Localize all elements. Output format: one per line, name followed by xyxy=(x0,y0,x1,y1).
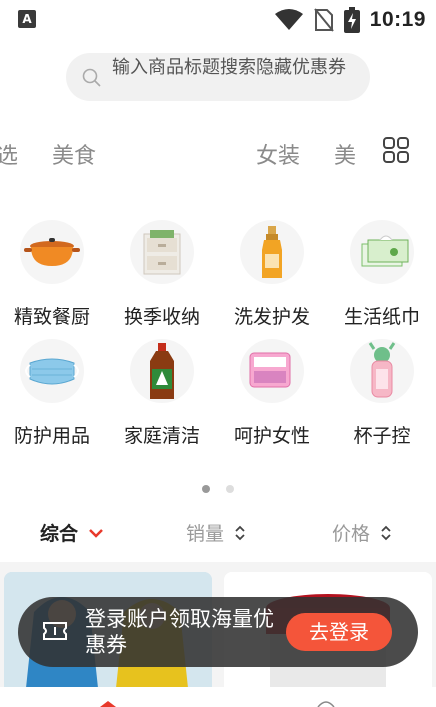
app-notification-badge: A xyxy=(18,10,36,28)
grid-item-cleaning[interactable]: 家庭清洁 xyxy=(107,339,217,448)
profile-tab-icon[interactable] xyxy=(314,687,338,707)
grid-item-label: 家庭清洁 xyxy=(123,425,200,447)
wifi-icon xyxy=(274,9,303,30)
pager-dot[interactable] xyxy=(225,485,234,493)
grid-item-label: 洗发护发 xyxy=(233,306,310,328)
no-sim-icon xyxy=(314,8,334,32)
grid-item-tissue[interactable]: 生活纸巾 xyxy=(327,220,436,329)
chevron-down-icon xyxy=(89,528,103,538)
grid-item-label: 呵护女性 xyxy=(233,425,310,447)
disinfectant-bottle-icon xyxy=(150,343,174,399)
battery-charging-icon xyxy=(343,7,360,33)
sort-price[interactable]: 价格 xyxy=(332,519,392,546)
face-mask-icon xyxy=(25,358,79,385)
tab-category[interactable]: 选 xyxy=(0,138,18,170)
grid-item-storage[interactable]: 换季收纳 xyxy=(107,220,217,329)
sanitary-pad-icon xyxy=(249,352,291,388)
shampoo-bottle-icon xyxy=(262,226,282,278)
status-icons: 10:19 xyxy=(274,6,426,34)
home-tab-icon[interactable] xyxy=(96,687,120,707)
storage-box-icon xyxy=(143,230,181,275)
category-tabs: 选 美食 女装 美 xyxy=(0,132,436,172)
grid-item-kitchen[interactable]: 精致餐厨 xyxy=(0,220,107,329)
search-input[interactable]: 输入商品标题搜索隐藏优惠券 xyxy=(66,53,370,101)
sort-updown-icon xyxy=(381,525,391,540)
grid-item-label: 生活纸巾 xyxy=(343,306,420,328)
tab-womens-clothing[interactable]: 女装 xyxy=(256,138,300,170)
casserole-pot-icon xyxy=(24,238,80,266)
coupon-icon xyxy=(43,622,67,640)
sort-comprehensive-label: 综合 xyxy=(40,523,79,545)
grid-item-label: 精致餐厨 xyxy=(13,306,90,328)
tab-beauty[interactable]: 美 xyxy=(334,138,356,170)
sort-updown-icon xyxy=(235,525,245,540)
sort-price-label: 价格 xyxy=(332,523,371,545)
login-button[interactable]: 去登录 xyxy=(286,613,392,651)
tissue-box-icon xyxy=(361,235,409,267)
grid-item-feminine-care[interactable]: 呵护女性 xyxy=(217,339,327,448)
tab-food[interactable]: 美食 xyxy=(52,138,96,170)
status-bar: A 10:19 xyxy=(0,0,436,40)
grid-item-cups[interactable]: 杯子控 xyxy=(327,339,436,448)
grid-item-protection[interactable]: 防护用品 xyxy=(0,339,107,448)
search-placeholder: 输入商品标题搜索隐藏优惠券 xyxy=(112,57,346,78)
bottom-tab-bar xyxy=(0,687,436,707)
sort-sales[interactable]: 销量 xyxy=(186,519,246,546)
clock: 10:19 xyxy=(369,8,426,31)
water-cup-icon xyxy=(368,342,396,398)
grid-item-label: 防护用品 xyxy=(13,425,90,447)
login-prompt-text: 登录账户领取海量优惠券 xyxy=(85,607,274,657)
pager-dot-active[interactable] xyxy=(202,485,211,493)
grid-item-label: 换季收纳 xyxy=(123,306,200,328)
grid-item-haircare[interactable]: 洗发护发 xyxy=(217,220,327,329)
sort-comprehensive[interactable]: 综合 xyxy=(40,519,104,546)
sort-bar: 综合 销量 价格 xyxy=(0,515,436,553)
login-prompt-toast: 登录账户领取海量优惠券 去登录 xyxy=(18,597,418,667)
grid-menu-icon[interactable] xyxy=(382,136,410,164)
search-icon xyxy=(82,68,101,87)
grid-item-label: 杯子控 xyxy=(353,425,411,447)
carousel-pager xyxy=(0,478,436,497)
sort-sales-label: 销量 xyxy=(186,523,225,545)
